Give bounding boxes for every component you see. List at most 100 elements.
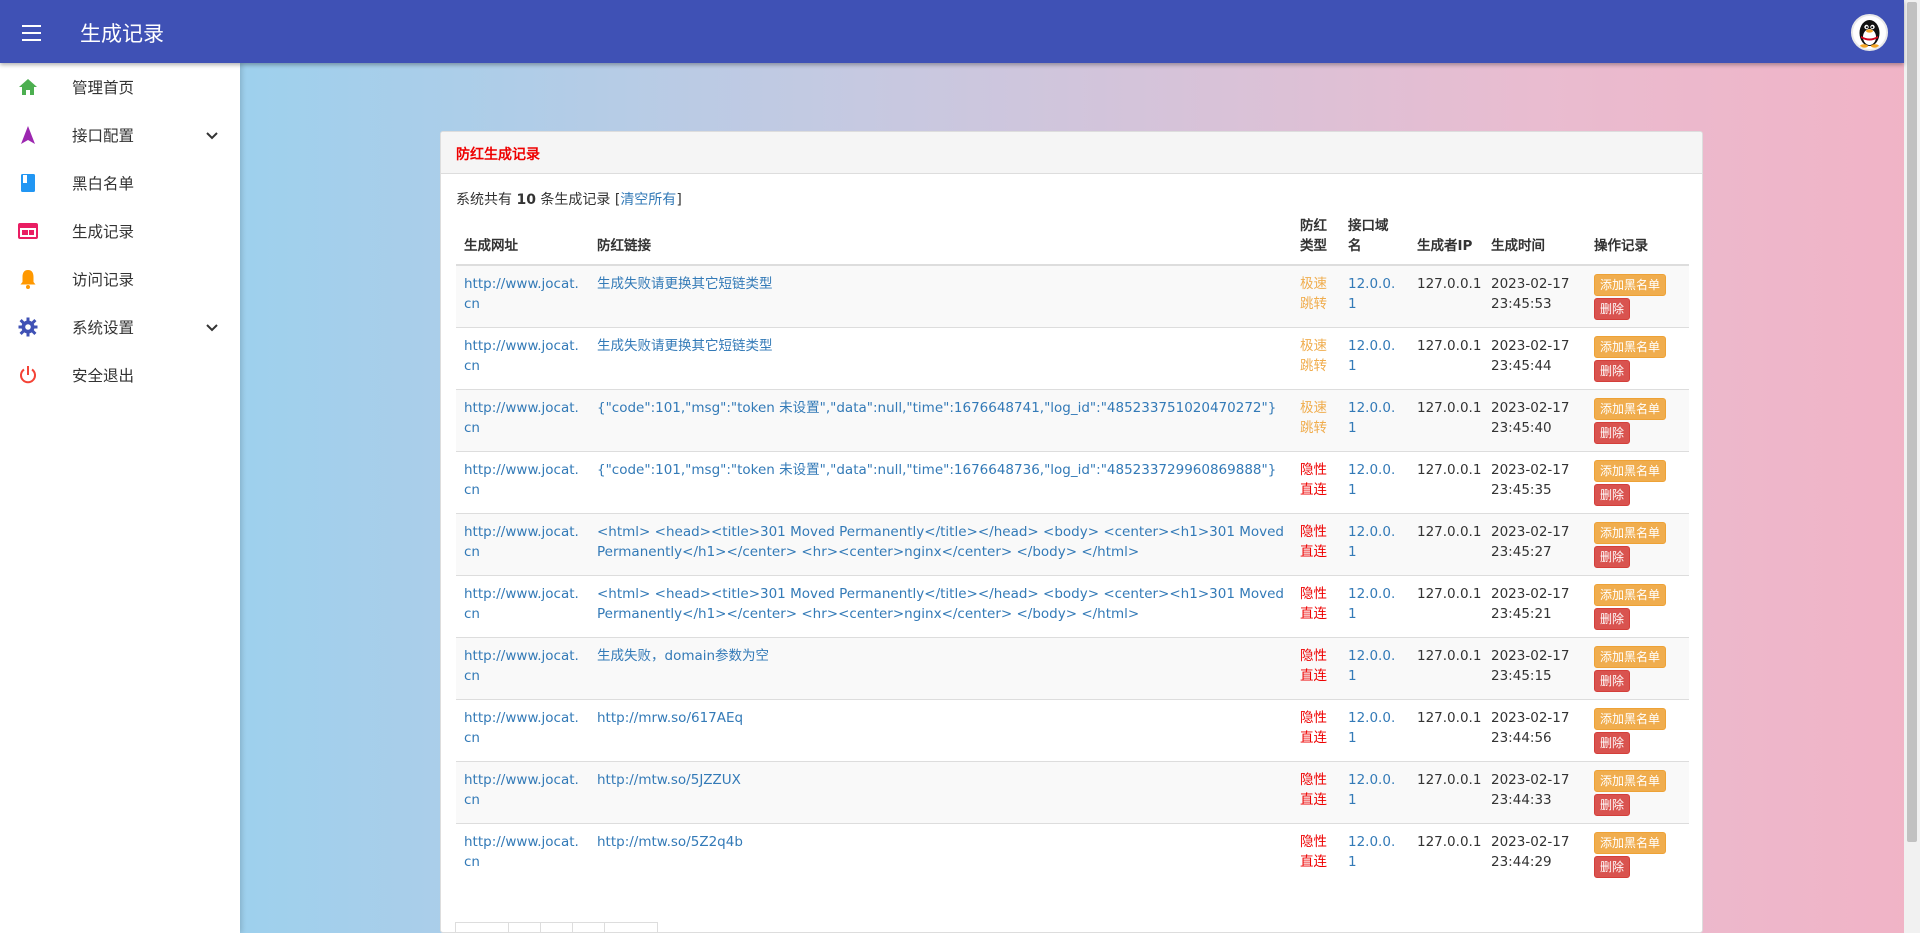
protected-link[interactable]: http://mrw.so/617AEq [597,710,743,726]
add-blacklist-button[interactable]: 添加黑名单 [1594,831,1667,854]
pagination-page[interactable] [508,922,541,932]
generated-url-link[interactable]: http://www.jocat.cn [464,710,579,746]
cell-api-domain: 12.0.0.1 [1340,574,1409,637]
type-label: 隐性直连 [1300,709,1327,746]
scrollbar-thumb[interactable] [1907,2,1917,842]
api-domain-link[interactable]: 12.0.0.1 [1348,524,1395,560]
table-row: http://www.jocat.cn 生成失败，domain参数为空 隐性直连 12… [456,636,1689,699]
protected-link[interactable]: http://mtw.so/5Z2q4b [597,834,743,850]
creator-ip: 127.0.0.1 [1417,647,1482,664]
generated-url-link[interactable]: http://www.jocat.cn [464,772,579,808]
add-blacklist-button[interactable]: 添加黑名单 [1594,459,1667,482]
add-blacklist-button[interactable]: 添加黑名单 [1594,645,1667,668]
cell-url: http://www.jocat.cn [456,822,589,885]
add-blacklist-button[interactable]: 添加黑名单 [1594,707,1667,730]
protected-link[interactable]: {"code":101,"msg":"token 未设置","data":nul… [597,462,1276,478]
protected-link[interactable]: 生成失败请更换其它短链类型 [597,276,773,292]
gear-icon [16,315,40,339]
api-domain-link[interactable]: 12.0.0.1 [1348,586,1395,622]
created-date: 2023-02-17 [1491,461,1570,478]
page-scrollbar[interactable] [1904,0,1920,933]
created-time: 23:44:56 [1491,729,1552,746]
delete-button[interactable]: 删除 [1594,421,1631,444]
generated-url-link[interactable]: http://www.jocat.cn [464,400,579,436]
created-time: 23:45:44 [1491,357,1552,374]
add-blacklist-button[interactable]: 添加黑名单 [1594,769,1667,792]
api-domain-link[interactable]: 12.0.0.1 [1348,710,1395,746]
generated-url-link[interactable]: http://www.jocat.cn [464,338,579,374]
sidebar-item-generate-records[interactable]: 生成记录 [0,207,240,255]
table-header-row: 生成网址 防红链接 防红类型 接口域名 生成者IP 生成时间 操作记录 [456,211,1689,266]
menu-icon[interactable] [17,19,45,45]
delete-button[interactable]: 删除 [1594,855,1631,878]
cell-api-domain: 12.0.0.1 [1340,512,1409,575]
created-date: 2023-02-17 [1491,833,1570,850]
pagination-page[interactable] [540,922,573,932]
sidebar-item-logout[interactable]: 安全退出 [0,351,240,399]
cell-time: 2023-02-17 23:45:15 [1483,636,1586,699]
col-header-link: 防红链接 [589,211,1292,266]
cell-link: <html> <head><title>301 Moved Permanentl… [589,574,1292,637]
col-header-actions: 操作记录 [1586,211,1689,266]
api-domain-link[interactable]: 12.0.0.1 [1348,648,1395,684]
clear-all-link[interactable]: 清空所有 [620,192,676,208]
type-label: 隐性直连 [1300,585,1327,622]
protected-link[interactable]: http://mtw.so/5JZZUX [597,772,741,788]
api-domain-link[interactable]: 12.0.0.1 [1348,772,1395,808]
cell-ip: 127.0.0.1 [1409,698,1483,761]
generated-url-link[interactable]: http://www.jocat.cn [464,276,579,312]
api-domain-link[interactable]: 12.0.0.1 [1348,338,1395,374]
generated-url-link[interactable]: http://www.jocat.cn [464,524,579,560]
protected-link[interactable]: {"code":101,"msg":"token 未设置","data":nul… [597,400,1276,416]
delete-button[interactable]: 删除 [1594,545,1631,568]
pagination-page[interactable] [572,922,605,932]
sidebar-item-system-settings[interactable]: 系统设置 [0,303,240,351]
api-domain-link[interactable]: 12.0.0.1 [1348,462,1395,498]
delete-button[interactable]: 删除 [1594,607,1631,630]
add-blacklist-button[interactable]: 添加黑名单 [1594,521,1667,544]
home-icon [16,75,40,99]
sidebar-item-blackwhite-list[interactable]: 黑白名单 [0,159,240,207]
avatar[interactable] [1851,14,1888,51]
sidebar-item-home[interactable]: 管理首页 [0,63,240,111]
add-blacklist-button[interactable]: 添加黑名单 [1594,583,1667,606]
type-label: 隐性直连 [1300,771,1327,808]
generated-url-link[interactable]: http://www.jocat.cn [464,462,579,498]
summary-suffix: 条生成记录 [540,192,611,208]
table-row: http://www.jocat.cn http://mrw.so/617AEq 隐… [456,698,1689,761]
cell-actions: 添加黑名单 删除 [1586,388,1689,451]
api-domain-link[interactable]: 12.0.0.1 [1348,834,1395,870]
sidebar-item-visit-records[interactable]: 访问记录 [0,255,240,303]
delete-button[interactable]: 删除 [1594,793,1631,816]
sidebar-item-api-config[interactable]: 接口配置 [0,111,240,159]
pagination-last[interactable] [604,922,658,932]
sidebar-item-label: 安全退出 [72,367,135,385]
api-domain-link[interactable]: 12.0.0.1 [1348,400,1395,436]
book-icon [16,171,40,195]
cell-api-domain: 12.0.0.1 [1340,450,1409,513]
cell-api-domain: 12.0.0.1 [1340,264,1409,327]
protected-link[interactable]: <html> <head><title>301 Moved Permanentl… [597,586,1284,622]
delete-button[interactable]: 删除 [1594,483,1631,506]
cell-type: 隐性直连 [1292,822,1340,885]
delete-button[interactable]: 删除 [1594,669,1631,692]
delete-button[interactable]: 删除 [1594,298,1631,320]
add-blacklist-button[interactable]: 添加黑名单 [1594,397,1667,420]
cell-actions: 添加黑名单 删除 [1586,264,1689,327]
generated-url-link[interactable]: http://www.jocat.cn [464,648,579,684]
protected-link[interactable]: <html> <head><title>301 Moved Permanentl… [597,524,1284,560]
protected-link[interactable]: 生成失败，domain参数为空 [597,648,769,664]
delete-button[interactable]: 删除 [1594,731,1631,754]
cell-time: 2023-02-17 23:44:29 [1483,822,1586,885]
api-domain-link[interactable]: 12.0.0.1 [1348,276,1395,312]
add-blacklist-button[interactable]: 添加黑名单 [1594,274,1667,296]
created-date: 2023-02-17 [1491,585,1570,602]
pagination-first[interactable] [455,922,509,932]
generated-url-link[interactable]: http://www.jocat.cn [464,834,579,870]
delete-button[interactable]: 删除 [1594,359,1631,382]
generated-url-link[interactable]: http://www.jocat.cn [464,586,579,622]
cell-link: 生成失败请更换其它短链类型 [589,326,1292,389]
add-blacklist-button[interactable]: 添加黑名单 [1594,335,1667,358]
panel-heading: 防红生成记录 [441,132,1702,174]
protected-link[interactable]: 生成失败请更换其它短链类型 [597,338,773,354]
